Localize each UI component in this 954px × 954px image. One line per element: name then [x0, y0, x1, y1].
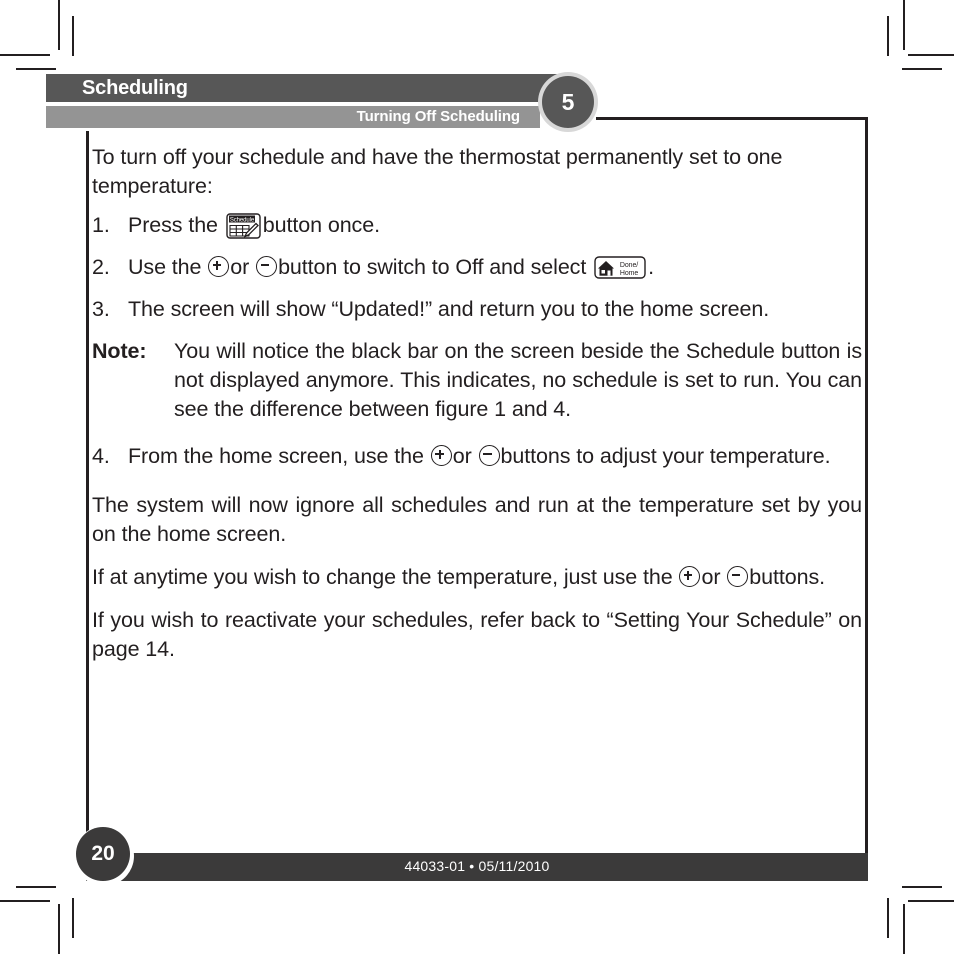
minus-button-icon [727, 566, 749, 587]
step-2: 2. Use the or button to switch to Off and… [92, 253, 862, 282]
step-4-text-after: buttons to adjust your temperature. [500, 444, 831, 468]
plus-button-icon [430, 445, 452, 466]
svg-text:Home: Home [620, 270, 638, 277]
crop-mark-bottom-right-v1 [903, 904, 905, 954]
svg-text:Schedule: Schedule [230, 218, 255, 224]
step-2-text-before: Use the [128, 255, 202, 279]
chapter-title: Scheduling [82, 77, 188, 99]
svg-text:Done/: Done/ [620, 262, 638, 269]
crop-mark-bottom-right-h2 [902, 886, 942, 888]
crop-mark-top-right-v2 [887, 16, 889, 56]
step-4-or: or [452, 444, 472, 468]
paragraph-system: The system will now ignore all schedules… [92, 493, 862, 546]
content-frame-right-border [865, 118, 868, 855]
page-content: To turn off your schedule and have the t… [92, 143, 862, 678]
header-rule [596, 117, 868, 120]
crop-mark-top-left-v2 [72, 16, 74, 56]
crop-mark-bottom-left-h1 [0, 900, 50, 902]
done-home-button-icon: Done/ Home [594, 256, 646, 279]
step-3-text: The screen will show “Updated!” and retu… [128, 297, 770, 321]
step-1-text-before: Press the [128, 213, 218, 237]
step-1: 1. Press the Schedule button once. [92, 211, 862, 240]
plus-button-icon [679, 566, 701, 587]
document-id: 44033-01 • 05/11/2010 [404, 858, 550, 874]
crop-mark-bottom-left-v2 [72, 898, 74, 938]
crop-mark-top-left-v1 [58, 0, 60, 50]
paragraph-anytime-or: or [701, 565, 721, 589]
step-2-text-mid: button to switch to Off and select [278, 255, 587, 279]
minus-button-icon [478, 445, 500, 466]
step-4-number: 4. [92, 444, 110, 468]
crop-mark-bottom-right-h1 [908, 900, 954, 902]
schedule-button-icon: Schedule [226, 213, 261, 239]
step-2-or: or [230, 255, 250, 279]
step-2-text-after: . [648, 255, 654, 279]
paragraph-anytime-before: If at anytime you wish to change the tem… [92, 565, 673, 589]
plus-button-icon [208, 256, 230, 277]
paragraph-reactivate: If you wish to reactivate your schedules… [92, 608, 862, 661]
note-block: Note: You will notice the black bar on th… [92, 337, 862, 424]
crop-mark-bottom-right-v2 [887, 898, 889, 938]
paragraph-anytime-after: buttons. [749, 565, 825, 589]
crop-mark-bottom-left-h2 [16, 886, 56, 888]
crop-mark-top-left-h2 [16, 68, 56, 70]
crop-mark-top-left-h1 [0, 54, 50, 56]
step-4-text-before: From the home screen, use the [128, 444, 424, 468]
content-frame-left-border [86, 131, 89, 855]
paragraph-anytime: If at anytime you wish to change the tem… [92, 563, 862, 592]
step-1-text-after: button once. [262, 213, 380, 237]
minus-button-icon [256, 256, 278, 277]
crop-mark-top-right-h1 [908, 54, 954, 56]
section-title: Turning Off Scheduling [356, 108, 520, 125]
crop-mark-bottom-left-v1 [58, 904, 60, 954]
intro-paragraph: To turn off your schedule and have the t… [92, 145, 783, 198]
note-label: Note: [92, 339, 147, 363]
crop-mark-top-right-h2 [902, 68, 942, 70]
step-4: 4. From the home screen, use the or butto… [92, 442, 862, 471]
crop-mark-top-right-v1 [903, 0, 905, 50]
page-number-badge: 20 [76, 827, 130, 881]
note-text: You will notice the black bar on the scr… [174, 339, 862, 421]
step-3: 3. The screen will show “Updated!” and re… [92, 295, 862, 324]
chapter-number-badge: 5 [542, 76, 594, 128]
step-2-number: 2. [92, 255, 110, 279]
step-1-number: 1. [92, 213, 110, 237]
step-3-number: 3. [92, 297, 110, 321]
